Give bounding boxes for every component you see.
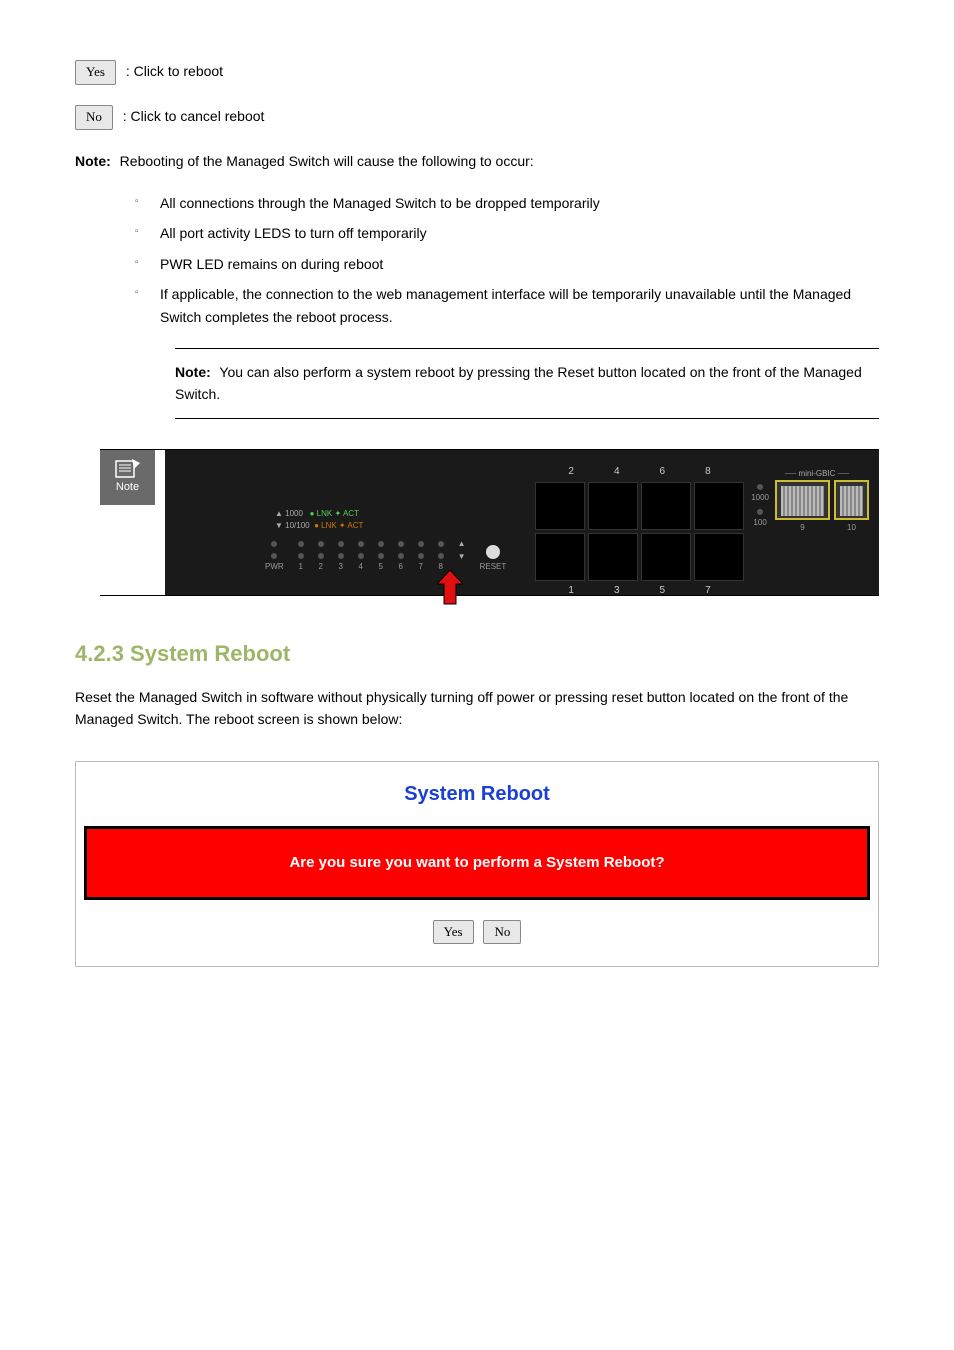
section-heading: 4.2.3 System Reboot: [75, 636, 879, 671]
yes-description: : Click to reboot: [126, 63, 223, 79]
list-item: All port activity LEDS to turn off tempo…: [135, 222, 879, 244]
yes-row: Yes : Click to reboot: [75, 60, 879, 85]
list-item: PWR LED remains on during reboot: [135, 253, 879, 275]
no-button-image: No: [75, 105, 113, 130]
note1-para: Note: Rebooting of the Managed Switch wi…: [75, 150, 879, 172]
bullet-list: All connections through the Managed Swit…: [135, 192, 879, 328]
note2-text: You can also perform a system reboot by …: [175, 364, 862, 402]
list-item: If applicable, the connection to the web…: [135, 283, 879, 328]
note1-label: Note:: [75, 153, 111, 169]
yes-button-image: Yes: [75, 60, 116, 85]
note-icon: Note: [100, 450, 155, 505]
system-reboot-warning: Are you sure you want to perform a Syste…: [84, 826, 870, 900]
red-arrow-icon: [437, 570, 463, 606]
clipboard-icon: [114, 457, 142, 479]
note2-box: Note: You can also perform a system rebo…: [175, 348, 879, 419]
list-item: All connections through the Managed Swit…: [135, 192, 879, 214]
system-reboot-buttons: Yes No: [76, 900, 878, 967]
no-description: : Click to cancel reboot: [123, 108, 265, 124]
switch-note-box: Note ▲ 1000 ● LNK ✦ ACT ▼ 10/100 ● LNK ✦…: [100, 449, 879, 596]
note2-label: Note:: [175, 364, 211, 380]
yes-button[interactable]: Yes: [433, 920, 474, 945]
no-row: No : Click to cancel reboot: [75, 105, 879, 130]
system-reboot-panel: System Reboot Are you sure you want to p…: [75, 761, 879, 968]
switch-front-panel: ▲ 1000 ● LNK ✦ ACT ▼ 10/100 ● LNK ✦ ACT …: [165, 450, 879, 595]
heading-paragraph: Reset the Managed Switch in software wit…: [75, 686, 879, 731]
note1-text: Rebooting of the Managed Switch will cau…: [116, 153, 534, 169]
no-button[interactable]: No: [483, 920, 521, 945]
system-reboot-title: System Reboot: [76, 762, 878, 826]
